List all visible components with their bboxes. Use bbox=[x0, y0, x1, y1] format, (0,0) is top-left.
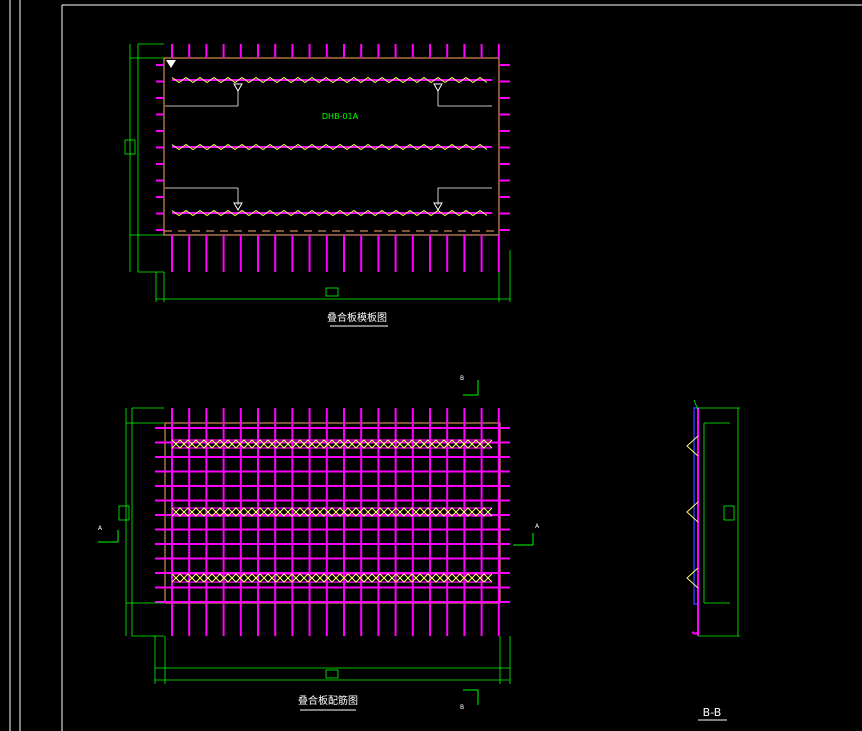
formwork-caption: 叠合板模板图 bbox=[327, 311, 387, 324]
section-caption: B-B bbox=[703, 706, 722, 719]
reinforcement-caption: 叠合板配筋图 bbox=[298, 694, 358, 707]
cad-drawing-canvas: DHB-01A 叠合板模板图 叠合板配筋图 B B A A B-B bbox=[0, 0, 862, 731]
section-mark-b-bottom: B bbox=[460, 704, 464, 711]
panel-label: DHB-01A bbox=[322, 112, 359, 121]
section-mark-b-top: B bbox=[460, 375, 464, 382]
